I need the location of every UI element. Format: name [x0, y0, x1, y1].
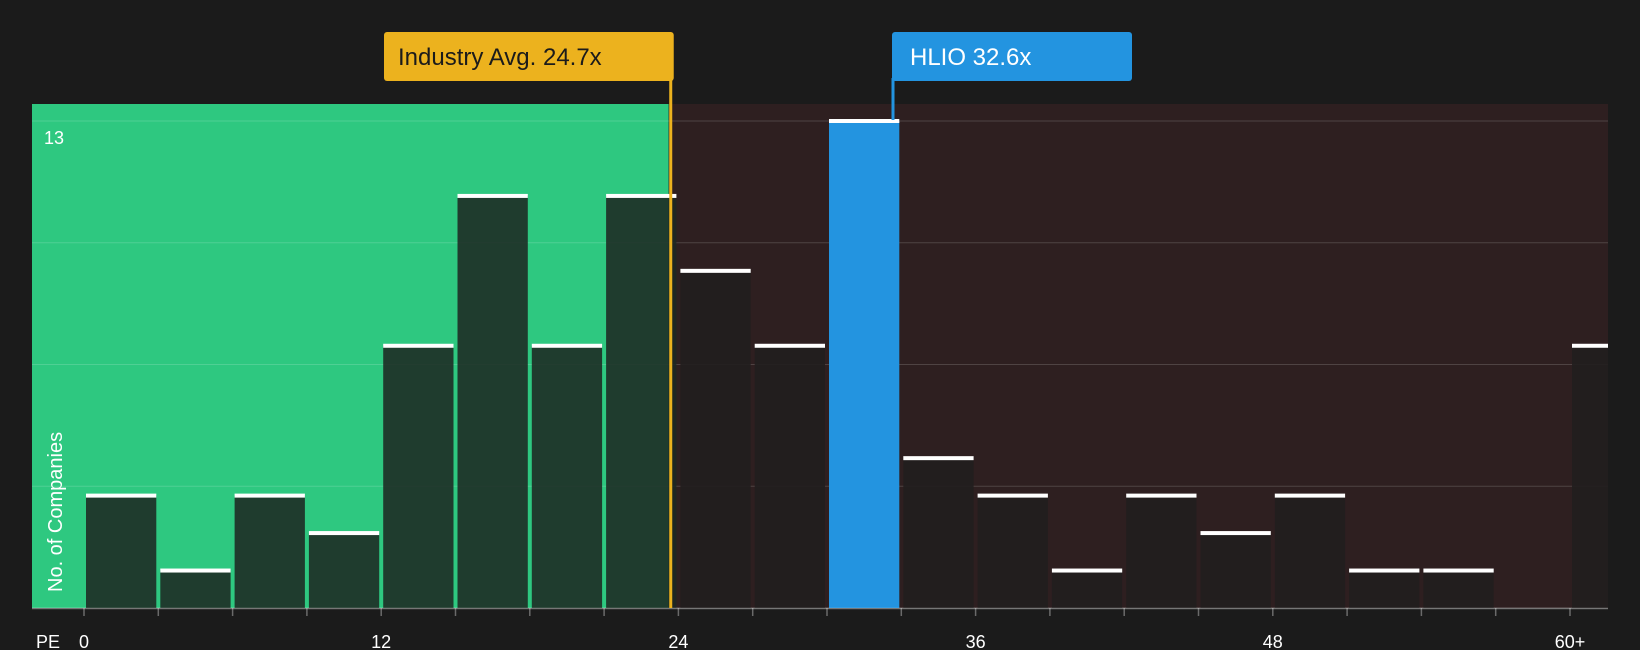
bar-pe-6 [234, 495, 305, 608]
bar-pe-27 [754, 345, 825, 608]
bar-cap-pe-3 [160, 568, 231, 573]
x-tick-label-24: 24 [668, 632, 688, 650]
company-pe-label: HLIO 32.6x [910, 44, 1031, 71]
bar-pe-30 [829, 121, 900, 608]
x-axis-label: PE [36, 632, 60, 650]
bar-pe-15 [457, 195, 528, 608]
bar-pe-51 [1349, 570, 1420, 608]
x-tick-label-48: 48 [1263, 632, 1283, 650]
bar-cap-pe-30 [829, 119, 900, 123]
pe-distribution-chart: 0 12 24 36 48 60+ 13 No. of Companies PE Indu… [0, 0, 1640, 650]
bar-cap-pe-27 [754, 343, 825, 348]
bar-cap-pe-39 [1051, 568, 1123, 573]
bar-cap-pe-54 [1423, 568, 1494, 573]
bar-cap-pe-18 [531, 343, 603, 348]
y-axis-label: No. of Companies [45, 432, 67, 592]
bar-cap-pe-21 [606, 193, 677, 198]
bar-pe-18 [531, 345, 603, 608]
bar-cap-pe-6 [234, 493, 305, 498]
x-tick-label-60: 60+ [1555, 632, 1586, 650]
bar-pe-39 [1051, 570, 1123, 608]
bar-cap-pe-33 [903, 456, 974, 461]
y-axis-max-label: 13 [44, 128, 64, 148]
bar-cap-pe-12 [383, 343, 454, 348]
bar-pe-48 [1274, 495, 1346, 608]
bar-pe-45 [1200, 533, 1271, 608]
bar-pe-0 [86, 495, 157, 608]
bar-cap-pe-15 [457, 193, 528, 198]
bar-cap-pe-48 [1274, 493, 1346, 498]
bar-pe-36 [977, 495, 1048, 608]
bar-pe-33 [903, 458, 974, 608]
industry-avg-label: Industry Avg. 24.7x [398, 44, 602, 71]
bar-cap-pe-60 [1572, 343, 1608, 348]
bar-pe-12 [383, 345, 454, 608]
bar-cap-pe-51 [1349, 568, 1420, 573]
bar-cap-pe-24 [680, 268, 751, 273]
bar-cap-pe-0 [86, 493, 157, 498]
bar-cap-pe-45 [1200, 531, 1271, 536]
bar-cap-pe-42 [1126, 493, 1197, 498]
bar-pe-3 [160, 570, 231, 608]
bar-pe-24 [680, 270, 751, 608]
bar-pe-42 [1126, 495, 1197, 608]
bar-pe-21 [606, 195, 677, 608]
x-tick-label-12: 12 [371, 632, 391, 650]
bar-pe-54 [1423, 570, 1494, 608]
x-tick-label-0: 0 [79, 632, 89, 650]
x-tick-label-36: 36 [966, 632, 986, 650]
bar-pe-60 [1572, 345, 1608, 608]
bar-pe-9 [308, 533, 380, 608]
bar-cap-pe-36 [977, 493, 1048, 498]
bar-cap-pe-9 [308, 531, 380, 536]
